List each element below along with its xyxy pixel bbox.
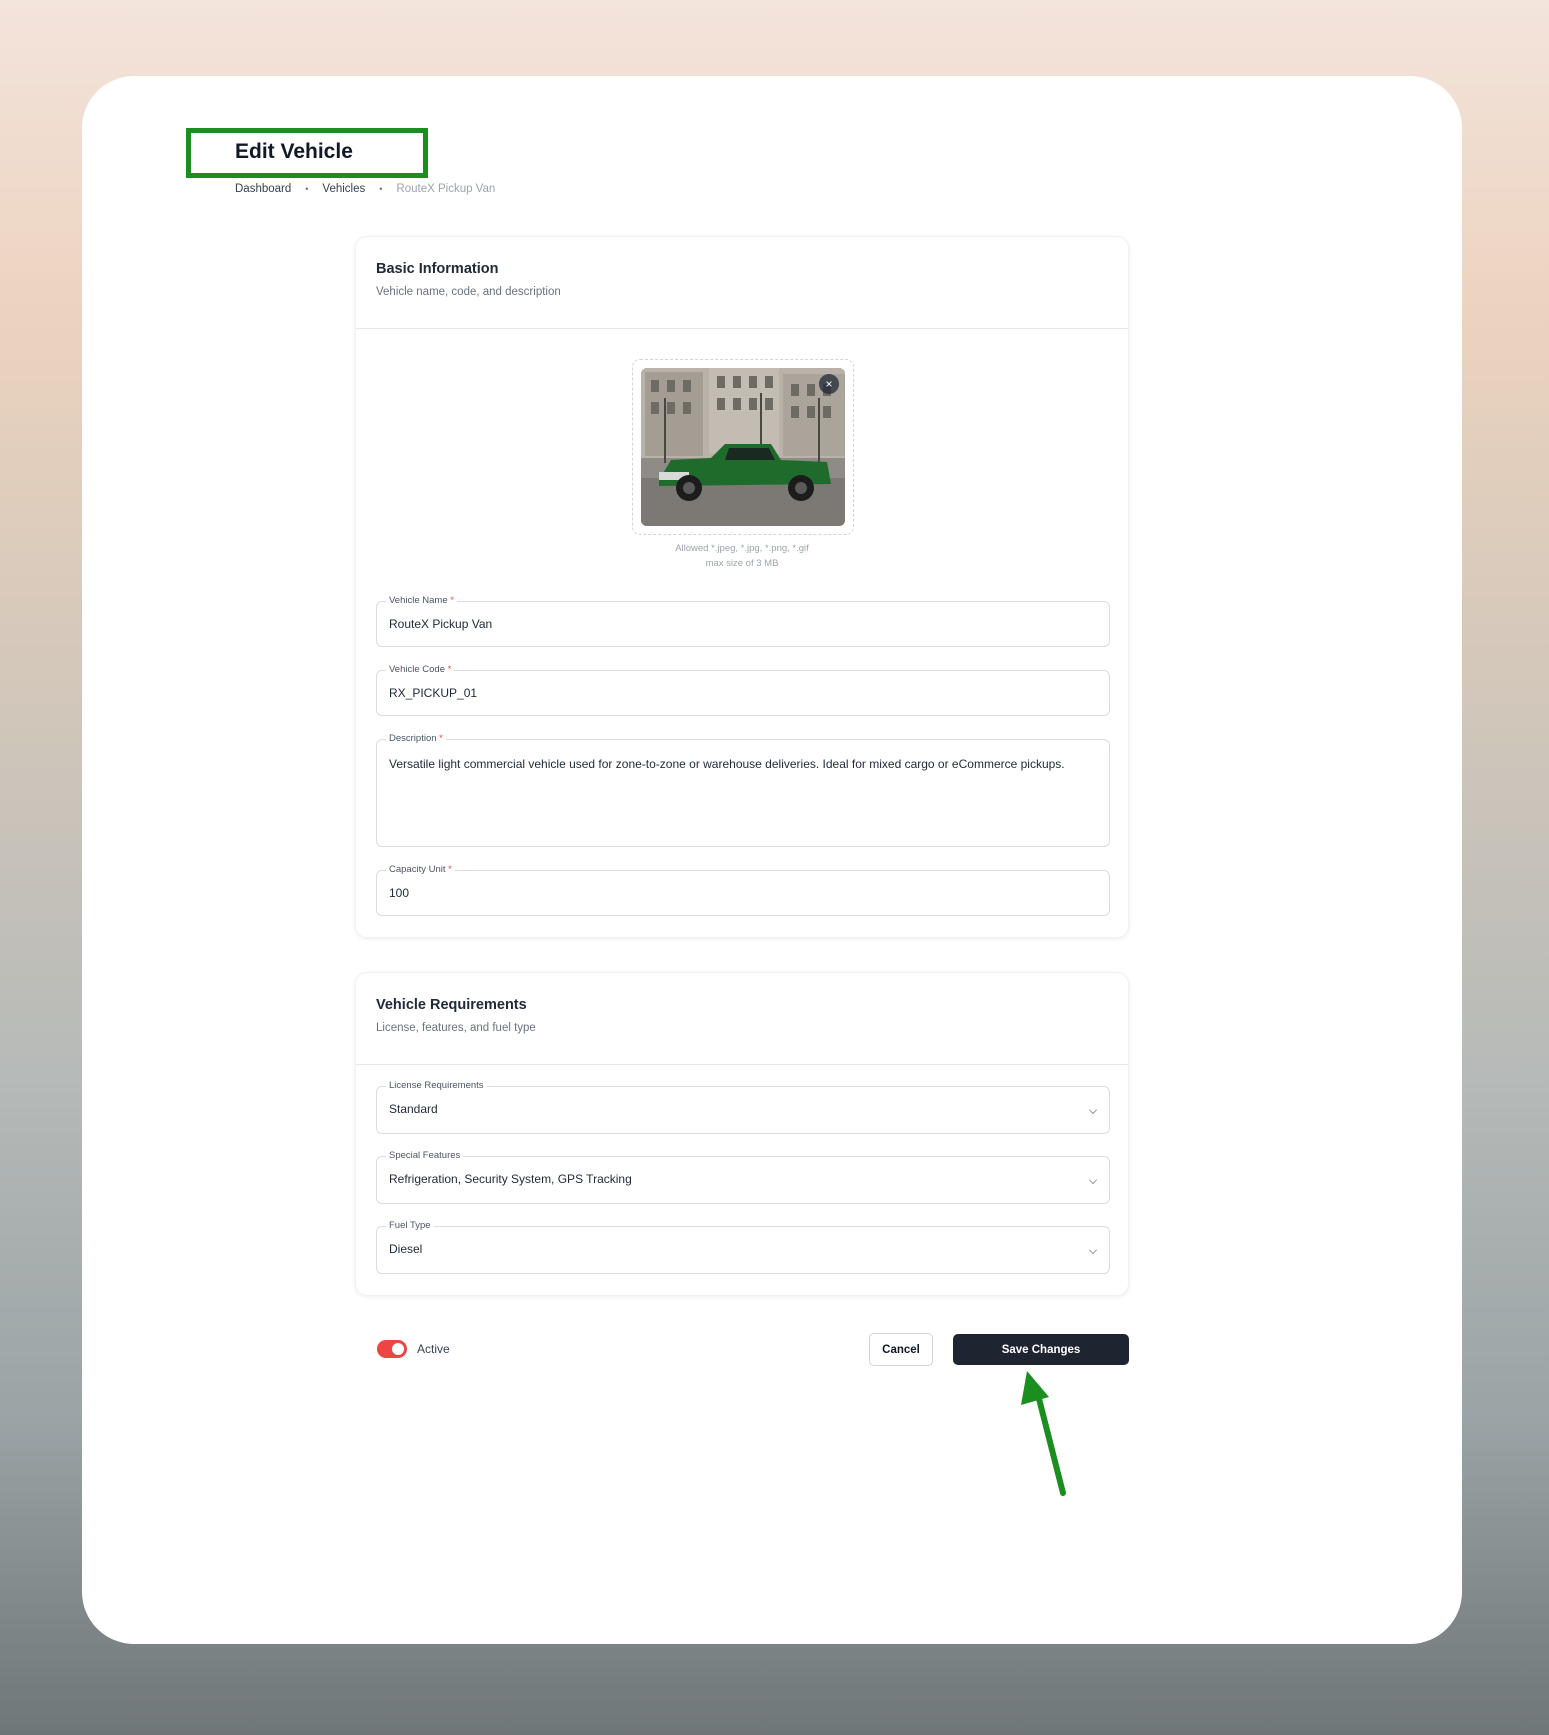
chevron-down-icon bbox=[1089, 1176, 1097, 1184]
special-features-value: Refrigeration, Security System, GPS Trac… bbox=[389, 1172, 632, 1186]
upload-max-size: max size of 3 MB bbox=[705, 558, 779, 569]
license-requirements-value: Standard bbox=[389, 1102, 438, 1116]
section-subtitle: Vehicle name, code, and description bbox=[376, 286, 561, 298]
license-requirements-select[interactable]: License Requirements Standard bbox=[376, 1079, 1110, 1134]
vehicle-name-value: RouteX Pickup Van bbox=[389, 617, 493, 631]
remove-image-icon[interactable]: × bbox=[819, 374, 839, 394]
section-header: Vehicle Requirements License, features, … bbox=[356, 973, 1128, 1065]
chevron-down-icon bbox=[1089, 1246, 1097, 1254]
special-features-select[interactable]: Special Features Refrigeration, Security… bbox=[376, 1149, 1110, 1204]
vehicle-code-field[interactable]: Vehicle Code * RX_PICKUP_01 bbox=[376, 663, 1110, 716]
section-title: Vehicle Requirements bbox=[376, 997, 527, 1013]
vehicle-requirements-section: Vehicle Requirements License, features, … bbox=[355, 972, 1129, 1296]
field-label: Fuel Type bbox=[386, 1219, 434, 1233]
toggle-knob bbox=[392, 1343, 404, 1355]
section-title: Basic Information bbox=[376, 261, 499, 277]
vehicle-photo: × bbox=[641, 368, 845, 526]
breadcrumb-current: RouteX Pickup Van bbox=[396, 183, 496, 195]
cancel-button[interactable]: Cancel bbox=[869, 1333, 933, 1366]
save-changes-button[interactable]: Save Changes bbox=[953, 1334, 1129, 1365]
fuel-type-select[interactable]: Fuel Type Diesel bbox=[376, 1219, 1110, 1274]
capacity-unit-field[interactable]: Capacity Unit * 100 bbox=[376, 863, 1110, 916]
vehicle-code-value: RX_PICKUP_01 bbox=[389, 686, 478, 700]
image-upload-area[interactable]: × bbox=[632, 359, 854, 535]
breadcrumb-dashboard[interactable]: Dashboard bbox=[235, 183, 291, 195]
breadcrumb: Dashboard • Vehicles • RouteX Pickup Van bbox=[235, 183, 495, 195]
breadcrumb-separator: • bbox=[379, 184, 383, 194]
chevron-down-icon bbox=[1089, 1106, 1097, 1114]
field-label: Vehicle Code * bbox=[386, 663, 455, 677]
active-toggle[interactable] bbox=[377, 1340, 407, 1358]
breadcrumb-vehicles[interactable]: Vehicles bbox=[322, 183, 365, 195]
upload-allowed-types: Allowed *.jpeg, *.jpg, *.png, *.gif bbox=[675, 543, 809, 554]
field-label: Vehicle Name * bbox=[386, 594, 457, 608]
section-subtitle: License, features, and fuel type bbox=[376, 1022, 536, 1034]
capacity-unit-value: 100 bbox=[389, 886, 410, 900]
fuel-type-value: Diesel bbox=[389, 1242, 423, 1256]
vehicle-name-field[interactable]: Vehicle Name * RouteX Pickup Van bbox=[376, 594, 1110, 647]
description-field[interactable]: Description * Versatile light commercial… bbox=[376, 732, 1110, 847]
field-label: License Requirements bbox=[386, 1079, 487, 1093]
field-label: Special Features bbox=[386, 1149, 464, 1163]
section-header: Basic Information Vehicle name, code, an… bbox=[356, 237, 1128, 329]
pointer-arrow-icon bbox=[1021, 1371, 1066, 1496]
basic-information-section: Basic Information Vehicle name, code, an… bbox=[355, 236, 1129, 938]
field-label: Description * bbox=[386, 732, 446, 746]
page-title: Edit Vehicle bbox=[235, 140, 353, 163]
active-label: Active bbox=[417, 1342, 450, 1356]
description-value: Versatile light commercial vehicle used … bbox=[389, 757, 1065, 771]
breadcrumb-separator: • bbox=[305, 184, 309, 194]
field-label: Capacity Unit * bbox=[386, 863, 455, 877]
